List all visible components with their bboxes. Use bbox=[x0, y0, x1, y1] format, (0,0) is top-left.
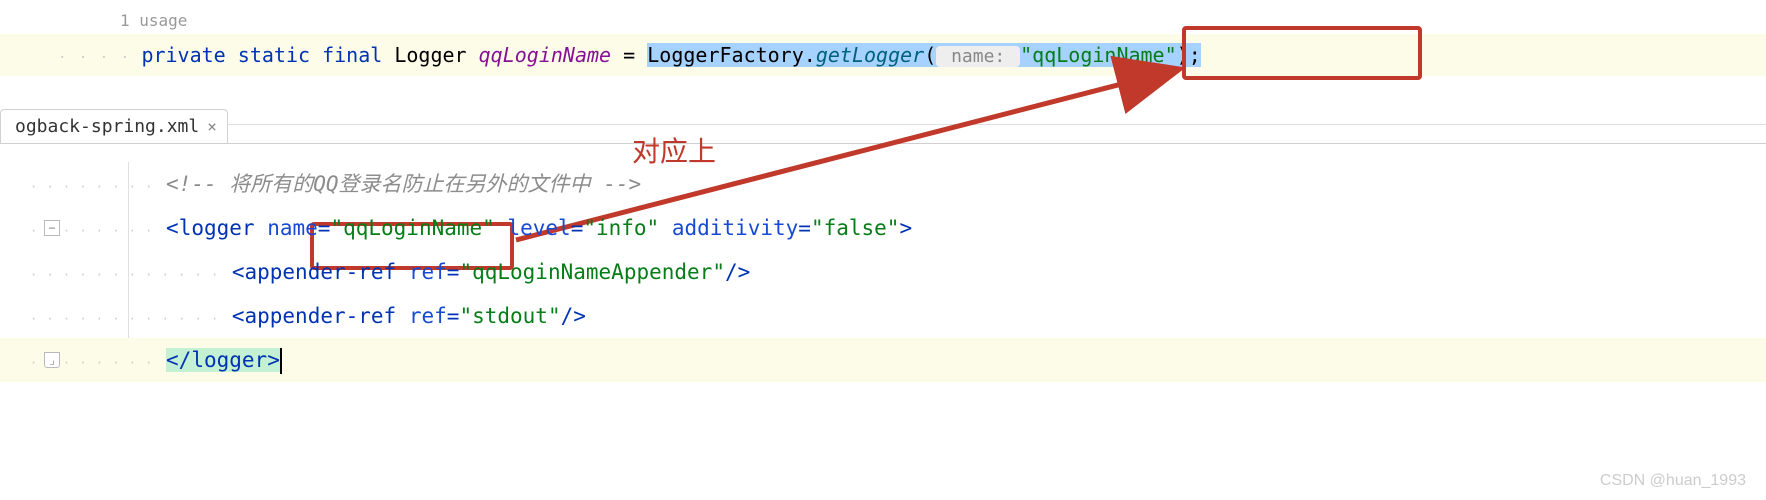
indent-dots: · · · · bbox=[58, 50, 141, 66]
xml-editor-pane[interactable]: · · · · · · · · <!-- 将所有的QQ登录名防止在另外的文件中 … bbox=[0, 144, 1766, 382]
tab-label: ogback-spring.xml bbox=[15, 116, 199, 137]
attr-level: level bbox=[507, 216, 570, 240]
paren-open: ( bbox=[924, 43, 936, 67]
keyword-private: private bbox=[141, 43, 225, 67]
attr-ref: ref bbox=[409, 260, 447, 284]
java-code-line[interactable]: · · · · private static final Logger qqLo… bbox=[0, 34, 1766, 76]
paren-close: ) bbox=[1177, 43, 1189, 67]
xml-comment-line[interactable]: · · · · · · · · <!-- 将所有的QQ登录名防止在另外的文件中 … bbox=[0, 162, 1766, 206]
dot: . bbox=[804, 43, 816, 67]
attr-level-value: "info" bbox=[583, 216, 659, 240]
indent-dots: · · · · · · · · · · · · bbox=[30, 297, 219, 341]
tag-appender-ref: appender-ref bbox=[244, 304, 396, 328]
method-getlogger: getLogger bbox=[816, 43, 924, 67]
bracket-gt: > bbox=[267, 348, 280, 372]
watermark: CSDN @huan_1993 bbox=[1600, 472, 1746, 490]
attr-ref: ref bbox=[409, 304, 447, 328]
string-literal: "qqLoginName" bbox=[1020, 43, 1177, 67]
bracket-open: < bbox=[166, 216, 179, 240]
selfclose: /> bbox=[725, 260, 750, 284]
java-editor-pane[interactable]: 1 usage · · · · private static final Log… bbox=[0, 0, 1766, 76]
xml-appender-ref-2[interactable]: · · · · · · · · · · · · <appender-ref re… bbox=[0, 294, 1766, 338]
attr-name-value: "qqLoginName" bbox=[330, 216, 494, 240]
close-icon[interactable]: × bbox=[207, 117, 217, 136]
comment-close: --> bbox=[591, 172, 642, 196]
tag-logger: logger bbox=[179, 216, 255, 240]
keyword-static: static bbox=[238, 43, 310, 67]
bracket-open: < bbox=[232, 304, 245, 328]
comment-open: <!-- bbox=[166, 172, 229, 196]
xml-logger-close[interactable]: ⌟ · · · · · · · · </logger> bbox=[0, 338, 1766, 382]
tab-bar: ogback-spring.xml × bbox=[0, 104, 1766, 144]
indent-dots: · · · · · · · · · · · · bbox=[30, 253, 219, 297]
bracket-gt: > bbox=[899, 216, 912, 240]
fold-toggle-icon[interactable]: − bbox=[44, 220, 60, 236]
keyword-final: final bbox=[322, 43, 382, 67]
bracket-close-open: </ bbox=[166, 348, 191, 372]
param-hint: name: bbox=[936, 46, 1020, 67]
attr-ref-value-2: "stdout" bbox=[459, 304, 560, 328]
fold-end-icon[interactable]: ⌟ bbox=[44, 352, 60, 368]
tag-appender-ref: appender-ref bbox=[244, 260, 396, 284]
variable-name: qqLoginName bbox=[479, 43, 611, 67]
comment-text: 将所有的QQ登录名防止在另外的文件中 bbox=[229, 172, 590, 196]
type-logger: Logger bbox=[394, 43, 466, 67]
tag-logger-close: logger bbox=[191, 348, 267, 372]
factory-class: LoggerFactory bbox=[647, 43, 804, 67]
indent-dots: · · · · · · · · bbox=[30, 165, 153, 209]
semicolon: ; bbox=[1189, 43, 1201, 67]
attr-additivity-value: "false" bbox=[811, 216, 900, 240]
tab-logback-spring[interactable]: ogback-spring.xml × bbox=[0, 109, 228, 143]
usage-hint[interactable]: 1 usage bbox=[0, 8, 1766, 34]
equals: = bbox=[623, 43, 647, 67]
bracket-open: < bbox=[232, 260, 245, 284]
attr-additivity: additivity bbox=[672, 216, 798, 240]
selfclose: /> bbox=[561, 304, 586, 328]
attr-name: name bbox=[267, 216, 318, 240]
caret bbox=[280, 348, 282, 374]
attr-ref-value-1: "qqLoginNameAppender" bbox=[459, 260, 725, 284]
xml-appender-ref-1[interactable]: · · · · · · · · · · · · <appender-ref re… bbox=[0, 250, 1766, 294]
xml-logger-open[interactable]: − · · · · · · · · <logger name="qqLoginN… bbox=[0, 206, 1766, 250]
